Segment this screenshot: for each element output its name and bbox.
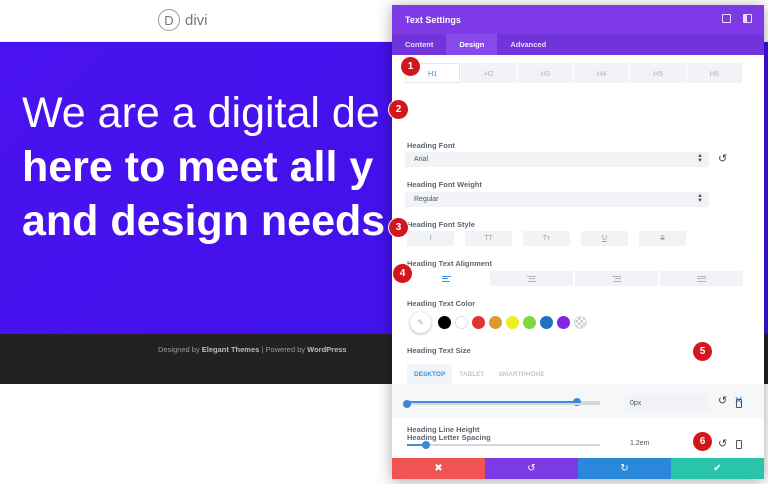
modal-tabs: Content Design Advanced xyxy=(392,34,764,55)
annotation-badge-6: 6 xyxy=(693,432,712,451)
cancel-button[interactable]: ✖ xyxy=(392,458,485,479)
tab-advanced[interactable]: Advanced xyxy=(497,34,559,55)
sidebar-toggle-icon[interactable] xyxy=(743,14,752,23)
heading-level-h3[interactable]: H3 xyxy=(517,63,573,83)
tab-design[interactable]: Design xyxy=(446,34,498,55)
heading-text-alignment-buttons xyxy=(405,271,743,286)
footer-prefix: Designed by xyxy=(158,345,202,354)
select-arrows-icon: ▲ ▼ xyxy=(697,153,703,164)
swatch-white[interactable] xyxy=(455,316,468,329)
modal-title: Text Settings xyxy=(405,14,461,25)
swatch-green[interactable] xyxy=(523,316,536,329)
site-logo[interactable]: D divi xyxy=(158,9,208,31)
save-button[interactable]: ✔ xyxy=(671,458,764,479)
annotation-badge-4: 4 xyxy=(393,264,412,283)
underline-button[interactable]: U xyxy=(581,231,628,246)
page: D divi We are a digital de here to meet … xyxy=(0,0,768,484)
modal-header: Text Settings xyxy=(392,5,764,34)
align-right-button[interactable] xyxy=(575,271,658,286)
footer-middle: | Powered by xyxy=(259,345,308,354)
heading-font-weight-label: Heading Font Weight xyxy=(407,180,482,189)
check-icon: ✔ xyxy=(713,463,722,474)
heading-font-weight-select[interactable]: Regular ▲ ▼ xyxy=(405,192,709,207)
letter-spacing-slider-handle[interactable] xyxy=(403,400,411,408)
hero-heading-line-3: and design needs xyxy=(22,197,386,245)
responsive-phone-icon[interactable] xyxy=(736,399,742,408)
heading-font-weight-value: Regular xyxy=(414,196,439,203)
heading-level-tabs: H1 H2 H3 H4 H5 H6 xyxy=(405,63,743,83)
swatch-yellow[interactable] xyxy=(506,316,519,329)
heading-font-label: Heading Font xyxy=(407,141,455,150)
swatch-orange[interactable] xyxy=(489,316,502,329)
annotation-badge-1: 1 xyxy=(401,57,420,76)
align-left-icon xyxy=(442,275,451,282)
heading-level-h4[interactable]: H4 xyxy=(573,63,630,83)
redo-icon: ↻ xyxy=(620,463,629,474)
modal-action-bar: ✖ ↺ ↻ ✔ xyxy=(392,458,764,479)
heading-letter-spacing-label: Heading Letter Spacing xyxy=(407,433,491,442)
line-height-slider-track[interactable] xyxy=(407,444,600,446)
logo-mark: D xyxy=(158,9,180,31)
text-settings-modal: Text Settings Content Design Advanced H1… xyxy=(392,5,764,479)
swatch-blue[interactable] xyxy=(540,316,553,329)
heading-text-color-swatches: ✎ xyxy=(410,312,587,333)
heading-font-style-label: Heading Font Style xyxy=(407,220,475,229)
text-size-reset-icon[interactable]: ↺ xyxy=(718,394,727,407)
italic-button[interactable]: I xyxy=(407,231,454,246)
annotation-badge-5: 5 xyxy=(693,342,712,361)
swatch-black[interactable] xyxy=(438,316,451,329)
align-center-button[interactable] xyxy=(490,271,573,286)
modal-header-icons xyxy=(722,14,752,23)
align-right-icon xyxy=(612,275,621,282)
heading-text-size-label: Heading Text Size xyxy=(407,346,471,355)
capitalize-button[interactable]: Tт xyxy=(523,231,570,246)
heading-text-alignment-label: Heading Text Alignment xyxy=(407,259,493,268)
color-picker-button[interactable]: ✎ xyxy=(410,312,431,333)
swatch-red[interactable] xyxy=(472,316,485,329)
undo-icon: ↺ xyxy=(527,463,536,474)
undo-button[interactable]: ↺ xyxy=(485,458,578,479)
align-center-icon xyxy=(527,275,536,282)
device-tabs: DESKTOP TABLET SMARTPHONE xyxy=(407,364,552,384)
device-tab-smartphone[interactable]: SMARTPHONE xyxy=(491,364,551,384)
heading-level-h5[interactable]: H5 xyxy=(630,63,686,83)
letter-spacing-input[interactable]: 0px xyxy=(625,396,709,411)
expand-icon[interactable] xyxy=(722,14,731,23)
heading-font-value: Arial xyxy=(414,156,429,163)
logo-text: divi xyxy=(185,11,208,29)
footer-platform-link[interactable]: WordPress xyxy=(307,345,346,354)
align-justify-button[interactable] xyxy=(660,271,743,286)
heading-line-height-label: Heading Line Height xyxy=(407,425,480,434)
heading-text-color-label: Heading Text Color xyxy=(407,299,476,308)
footer-credits: Designed by Elegant Themes | Powered by … xyxy=(158,345,347,354)
heading-font-select[interactable]: Arial ▲ ▼ xyxy=(405,152,709,167)
swatch-transparent[interactable] xyxy=(574,316,587,329)
uppercase-button[interactable]: TT xyxy=(465,231,512,246)
responsive-phone-icon[interactable] xyxy=(736,440,742,449)
hero-heading-line-1: We are a digital de xyxy=(22,89,380,137)
footer-brand-link[interactable]: Elegant Themes xyxy=(202,345,260,354)
annotation-badge-2: 2 xyxy=(389,100,408,119)
heading-level-h6[interactable]: H6 xyxy=(686,63,742,83)
letter-spacing-slider-track[interactable] xyxy=(407,403,600,405)
device-tab-tablet[interactable]: TABLET xyxy=(452,364,491,384)
line-height-reset-icon[interactable]: ↺ xyxy=(718,437,727,450)
align-justify-icon xyxy=(697,275,706,282)
tab-content[interactable]: Content xyxy=(392,34,446,55)
select-arrows-icon: ▲ ▼ xyxy=(697,193,703,204)
strikethrough-button[interactable]: S xyxy=(639,231,686,246)
design-settings-content: H1 H2 H3 H4 H5 H6 Heading Font Arial ▲ ▼ … xyxy=(392,55,764,455)
device-tab-desktop[interactable]: DESKTOP xyxy=(407,364,453,384)
annotation-badge-3: 3 xyxy=(389,218,408,237)
heading-font-reset-icon[interactable]: ↺ xyxy=(718,152,727,165)
heading-font-style-buttons: I TT Tт U S xyxy=(407,231,686,246)
heading-level-h2[interactable]: H2 xyxy=(461,63,517,83)
align-left-button[interactable] xyxy=(405,271,488,286)
swatch-purple[interactable] xyxy=(557,316,570,329)
close-icon: ✖ xyxy=(434,463,443,474)
redo-button[interactable]: ↻ xyxy=(578,458,671,479)
hero-heading-line-2: here to meet all y xyxy=(22,143,374,191)
